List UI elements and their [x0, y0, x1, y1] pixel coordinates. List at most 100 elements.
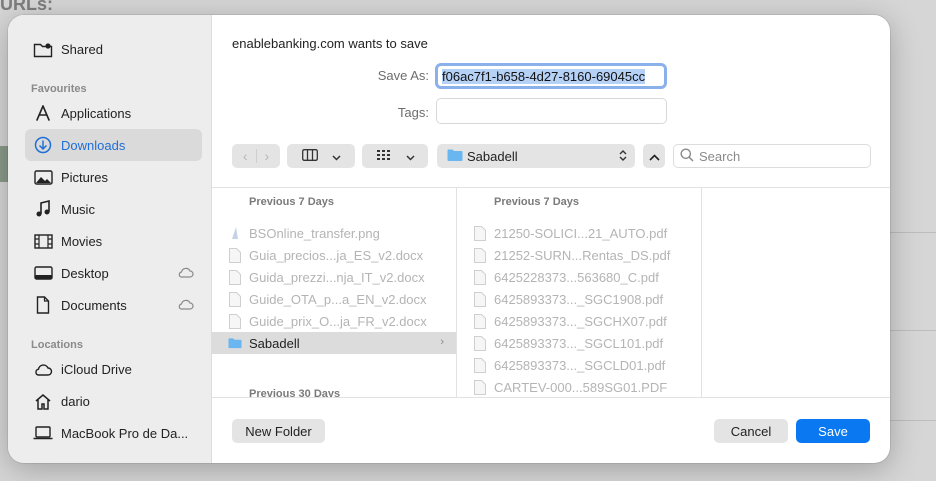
- file-name: Guide_OTA_p...a_EN_v2.docx: [249, 291, 427, 307]
- background-divider: [890, 232, 936, 233]
- file-row[interactable]: 6425893373..._SGCHX07.pdf: [457, 310, 701, 332]
- sidebar-item-downloads[interactable]: Downloads: [25, 129, 202, 161]
- shared-folder-icon: [33, 39, 53, 59]
- file-name: BSOnline_transfer.png: [249, 225, 380, 241]
- sidebar: Shared Favourites Applications Downloads…: [8, 15, 212, 463]
- search-placeholder: Search: [699, 148, 741, 164]
- back-forward-control: ‹ ›: [232, 144, 280, 168]
- sidebar-item-pictures[interactable]: Pictures: [25, 161, 202, 193]
- grid-icon: [376, 149, 392, 164]
- sidebar-item-macbook[interactable]: MacBook Pro de Da...: [25, 417, 202, 449]
- sidebar-item-shared[interactable]: Shared: [25, 33, 202, 65]
- file-row[interactable]: BSOnline_transfer.png: [212, 222, 456, 244]
- file-row[interactable]: Guia_precios...ja_ES_v2.docx: [212, 244, 456, 266]
- background-heading: URLs:: [0, 0, 53, 14]
- search-icon: [680, 148, 694, 165]
- sidebar-item-label: dario: [61, 393, 90, 409]
- chevron-up-icon: [648, 149, 660, 164]
- pdf-file-icon: [473, 269, 487, 285]
- background-divider: [890, 420, 936, 421]
- chevron-down-icon: [405, 149, 415, 164]
- new-folder-button[interactable]: New Folder: [232, 419, 325, 443]
- chevron-down-icon: [331, 149, 341, 164]
- file-row[interactable]: Guida_prezzi...nja_IT_v2.docx: [212, 266, 456, 288]
- background-divider: [890, 330, 936, 331]
- back-arrow-icon[interactable]: ‹: [243, 148, 248, 164]
- file-name: 6425893373..._SGCL101.pdf: [494, 335, 664, 351]
- save-dialog: Shared Favourites Applications Downloads…: [8, 15, 890, 463]
- sidebar-item-label: Shared: [61, 41, 103, 57]
- document-file-icon: [228, 291, 242, 307]
- updown-chevron-icon: [619, 149, 627, 165]
- columns-view-icon: [301, 148, 318, 164]
- file-row[interactable]: 21252-SURN...Rentas_DS.pdf: [457, 244, 701, 266]
- sidebar-item-documents[interactable]: Documents: [25, 289, 202, 321]
- sidebar-item-movies[interactable]: Movies: [25, 225, 202, 257]
- dialog-title: enablebanking.com wants to save: [232, 36, 428, 51]
- sidebar-item-label: Applications: [61, 105, 132, 121]
- file-name: 21252-SURN...Rentas_DS.pdf: [494, 247, 671, 263]
- sidebar-item-label: Music: [61, 201, 95, 217]
- save-button[interactable]: Save: [796, 419, 870, 443]
- file-row[interactable]: 6425228373...563680_C.pdf: [457, 266, 701, 288]
- icloud-status-icon: [177, 266, 194, 281]
- file-row[interactable]: Guide_OTA_p...a_EN_v2.docx: [212, 288, 456, 310]
- pdf-file-icon: [473, 379, 487, 395]
- sidebar-item-label: Documents: [61, 297, 127, 313]
- image-file-icon: [228, 225, 242, 241]
- icloud-status-icon: [177, 298, 194, 313]
- location-popup[interactable]: Sabadell: [437, 144, 635, 168]
- laptop-icon: [33, 423, 53, 443]
- file-name: Sabadell: [249, 335, 300, 351]
- chevron-right-icon: ›: [440, 336, 444, 348]
- forward-arrow-icon[interactable]: ›: [265, 148, 270, 164]
- file-name: CARTEV-000...589SG01.PDF: [494, 379, 668, 395]
- sidebar-item-label: Downloads: [61, 137, 126, 153]
- tags-field[interactable]: [436, 98, 667, 124]
- sidebar-item-desktop[interactable]: Desktop: [25, 257, 202, 289]
- file-row[interactable]: CARTEV-000...589SG01.PDF: [457, 376, 701, 397]
- cancel-button[interactable]: Cancel: [714, 419, 788, 443]
- sidebar-item-label: Movies: [61, 233, 103, 249]
- pdf-file-icon: [473, 225, 487, 241]
- file-row[interactable]: 6425893373..._SGCL101.pdf: [457, 332, 701, 354]
- file-name: Guida_prezzi...nja_IT_v2.docx: [249, 269, 425, 285]
- sidebar-item-icloud-drive[interactable]: iCloud Drive: [25, 353, 202, 385]
- downloads-icon: [33, 135, 53, 155]
- browser-divider: [212, 397, 890, 398]
- file-row[interactable]: 6425893373..._SGCLD01.pdf: [457, 354, 701, 376]
- locations-section-title: Locations: [31, 339, 83, 351]
- document-file-icon: [228, 269, 242, 285]
- pdf-file-icon: [473, 291, 487, 307]
- sidebar-item-music[interactable]: Music: [25, 193, 202, 225]
- file-name: Guide_prix_O...ja_FR_v2.docx: [249, 313, 427, 329]
- search-field[interactable]: Search: [673, 144, 871, 168]
- view-mode-button[interactable]: [287, 144, 355, 168]
- browser-column-2: Previous 7 Days 21250-SOLICI...21_AUTO.p…: [457, 188, 702, 397]
- sidebar-item-label: Desktop: [61, 265, 109, 281]
- browser-column-1: Previous 7 Days BSOnline_transfer.png Gu…: [212, 188, 457, 397]
- file-row[interactable]: 6425893373..._SGC1908.pdf: [457, 288, 701, 310]
- file-name: 6425228373...563680_C.pdf: [494, 269, 659, 285]
- folder-row-selected[interactable]: Sabadell ›: [212, 332, 456, 354]
- applications-icon: [33, 103, 53, 123]
- save-as-field[interactable]: f06ac7f1-b658-4d27-8160-69045cc: [435, 63, 667, 89]
- sidebar-item-home[interactable]: dario: [25, 385, 202, 417]
- favourites-section-title: Favourites: [31, 83, 87, 95]
- pdf-file-icon: [473, 313, 487, 329]
- file-row[interactable]: Guide_prix_O...ja_FR_v2.docx: [212, 310, 456, 332]
- column-section-header: Previous 7 Days: [249, 196, 334, 208]
- sidebar-item-applications[interactable]: Applications: [25, 97, 202, 129]
- document-file-icon: [228, 313, 242, 329]
- column-section-header: Previous 30 Days: [249, 388, 341, 397]
- tags-label: Tags:: [397, 105, 429, 120]
- desktop-icon: [33, 263, 53, 283]
- group-mode-button[interactable]: [362, 144, 428, 168]
- collapse-button[interactable]: [643, 144, 665, 168]
- documents-icon: [33, 295, 53, 315]
- sidebar-item-label: Pictures: [61, 169, 108, 185]
- file-row[interactable]: 21250-SOLICI...21_AUTO.pdf: [457, 222, 701, 244]
- icloud-icon: [33, 359, 53, 379]
- sidebar-item-label: iCloud Drive: [61, 361, 132, 377]
- file-name: 21250-SOLICI...21_AUTO.pdf: [494, 225, 668, 241]
